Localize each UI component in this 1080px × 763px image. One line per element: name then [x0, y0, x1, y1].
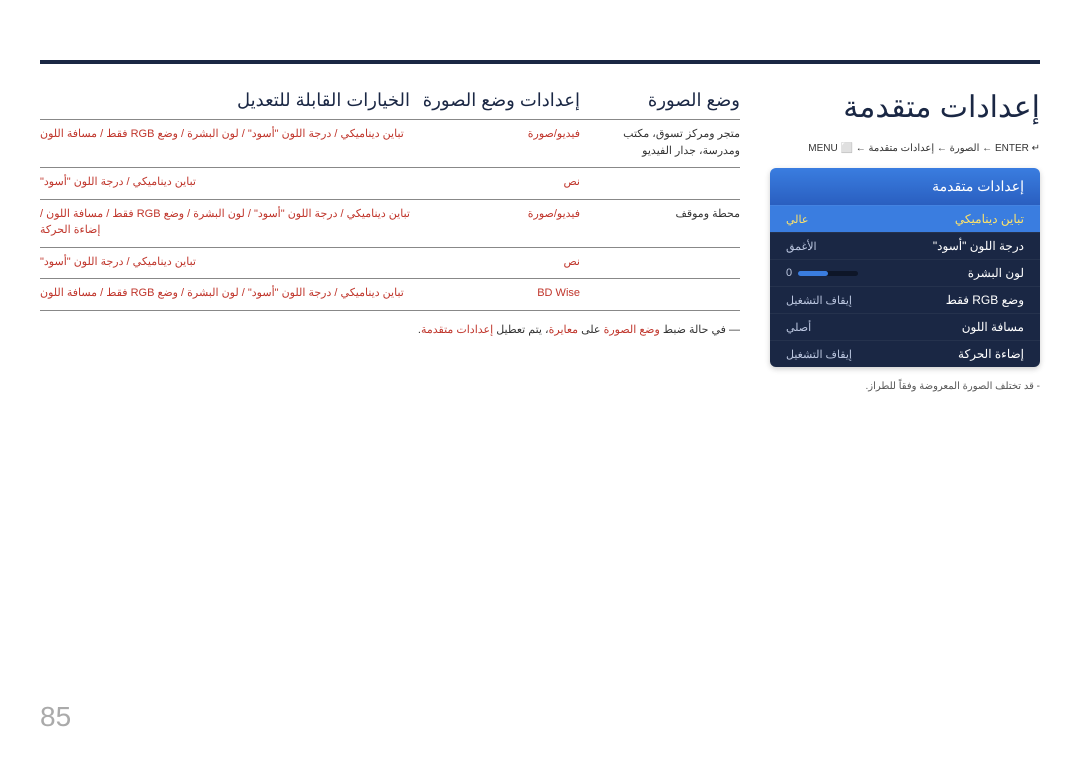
cell-set: نص — [410, 174, 580, 191]
footnote: ― في حالة ضبط وضع الصورة على معايرة، يتم… — [40, 323, 740, 336]
settings-menu: إعدادات متقدمة تباين ديناميكي عالي درجة … — [770, 168, 1040, 367]
model-note: - قد تختلف الصورة المعروضة وفقاً للطراز. — [770, 381, 1040, 392]
table-row: نص تباين ديناميكي / درجة اللون "أسود" — [40, 167, 740, 199]
col-header-mode: وضع الصورة — [580, 90, 740, 111]
fn-r1: وضع الصورة — [604, 324, 660, 336]
page-title: إعدادات متقدمة — [770, 90, 1040, 125]
cell-mode: متجر ومركز تسوق، مكتب ومدرسة، جدار الفيد… — [580, 126, 740, 159]
cell-set: BD Wise — [410, 285, 580, 302]
menu-value: أصلي — [786, 321, 811, 334]
cell-set: فيديو/صورة — [410, 206, 580, 239]
top-rule — [40, 60, 1040, 64]
menu-label: درجة اللون "أسود" — [933, 239, 1024, 253]
cell-opts: تباين ديناميكي / درجة اللون "أسود" — [40, 254, 410, 271]
cell-opts: تباين ديناميكي / درجة اللون "أسود" / لون… — [40, 285, 410, 302]
fn-r2: معايرة — [549, 324, 578, 336]
menu-row-flesh-tone[interactable]: لون البشرة 0 — [770, 259, 1040, 286]
cell-set: نص — [410, 254, 580, 271]
col-header-opts: الخيارات القابلة للتعديل — [40, 90, 410, 111]
table-row: BD Wise تباين ديناميكي / درجة اللون "أسو… — [40, 278, 740, 311]
table-row: محطة وموقف فيديو/صورة تباين ديناميكي / د… — [40, 199, 740, 247]
menu-value-slider[interactable]: 0 — [786, 267, 858, 279]
page-number: 85 — [40, 701, 71, 733]
table-body: متجر ومركز تسوق، مكتب ومدرسة، جدار الفيد… — [40, 119, 740, 311]
menu-title: إعدادات متقدمة — [770, 168, 1040, 205]
col-header-set: إعدادات وضع الصورة — [410, 90, 580, 111]
menu-row-color-space[interactable]: مسافة اللون أصلي — [770, 313, 1040, 340]
slider-track — [798, 271, 858, 276]
fn-r3: إعدادات متقدمة — [421, 324, 493, 336]
menu-label: تباين ديناميكي — [955, 212, 1024, 226]
slider-fill — [798, 271, 828, 276]
menu-rows: تباين ديناميكي عالي درجة اللون "أسود" ال… — [770, 205, 1040, 367]
menu-value: عالي — [786, 213, 808, 226]
fn-mid: على — [578, 324, 604, 336]
slider-number: 0 — [786, 267, 792, 279]
cell-set: فيديو/صورة — [410, 126, 580, 159]
menu-value: الأغمق — [786, 240, 817, 253]
cell-mode — [580, 174, 740, 191]
table-row: متجر ومركز تسوق، مكتب ومدرسة، جدار الفيد… — [40, 119, 740, 167]
breadcrumb: MENU ⬜ ← الصورة ← إعدادات متقدمة ← ENTER… — [770, 143, 1040, 154]
fn-pre: ― في حالة ضبط — [660, 324, 740, 336]
menu-label: إضاءة الحركة — [958, 347, 1024, 361]
cell-opts: تباين ديناميكي / درجة اللون "أسود" / لون… — [40, 206, 410, 239]
menu-row-black-tone[interactable]: درجة اللون "أسود" الأغمق — [770, 232, 1040, 259]
menu-row-motion-lighting[interactable]: إضاءة الحركة إيقاف التشغيل — [770, 340, 1040, 367]
cell-mode: محطة وموقف — [580, 206, 740, 239]
fn-post: ، يتم تعطيل — [493, 324, 548, 336]
menu-label: لون البشرة — [968, 266, 1024, 280]
cell-opts: تباين ديناميكي / درجة اللون "أسود" / لون… — [40, 126, 410, 159]
menu-label: مسافة اللون — [962, 320, 1024, 334]
menu-label: وضع RGB فقط — [946, 293, 1024, 307]
cell-opts: تباين ديناميكي / درجة اللون "أسود" — [40, 174, 410, 191]
menu-row-dynamic-contrast[interactable]: تباين ديناميكي عالي — [770, 205, 1040, 232]
cell-mode — [580, 254, 740, 271]
table-header: وضع الصورة إعدادات وضع الصورة الخيارات ا… — [40, 90, 740, 111]
menu-row-rgb-only[interactable]: وضع RGB فقط إيقاف التشغيل — [770, 286, 1040, 313]
menu-value: إيقاف التشغيل — [786, 348, 852, 361]
menu-value: إيقاف التشغيل — [786, 294, 852, 307]
cell-mode — [580, 285, 740, 302]
table-row: نص تباين ديناميكي / درجة اللون "أسود" — [40, 247, 740, 279]
